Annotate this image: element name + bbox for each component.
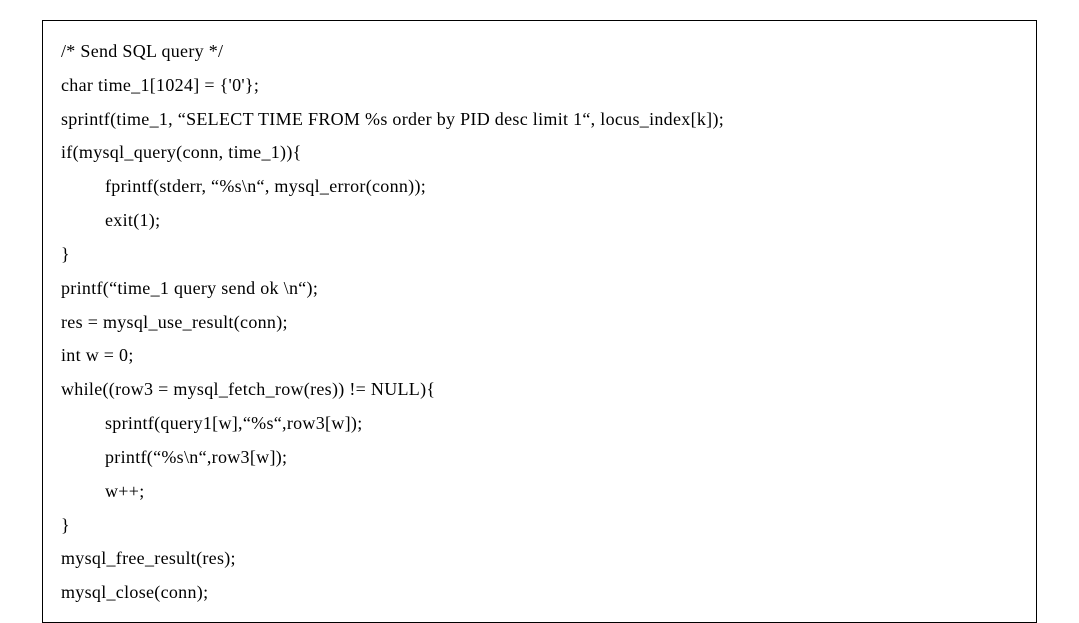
code-line: }	[61, 509, 1018, 543]
code-line: printf(“time_1 query send ok \n“);	[61, 272, 1018, 306]
code-line: while((row3 = mysql_fetch_row(res)) != N…	[61, 373, 1018, 407]
code-line: char time_1[1024] = {'0'};	[61, 69, 1018, 103]
code-line: /* Send SQL query */	[61, 35, 1018, 69]
code-line: int w = 0;	[61, 339, 1018, 373]
code-line: sprintf(query1[w],“%s“,row3[w]);	[61, 407, 1018, 441]
code-line: res = mysql_use_result(conn);	[61, 306, 1018, 340]
code-block: /* Send SQL query */ char time_1[1024] =…	[42, 20, 1037, 623]
code-line: }	[61, 238, 1018, 272]
code-line: fprintf(stderr, “%s\n“, mysql_error(conn…	[61, 170, 1018, 204]
code-line: mysql_close(conn);	[61, 576, 1018, 610]
code-line: printf(“%s\n“,row3[w]);	[61, 441, 1018, 475]
code-line: w++;	[61, 475, 1018, 509]
code-line: mysql_free_result(res);	[61, 542, 1018, 576]
code-line: exit(1);	[61, 204, 1018, 238]
code-line: if(mysql_query(conn, time_1)){	[61, 136, 1018, 170]
code-line: sprintf(time_1, “SELECT TIME FROM %s ord…	[61, 103, 1018, 137]
